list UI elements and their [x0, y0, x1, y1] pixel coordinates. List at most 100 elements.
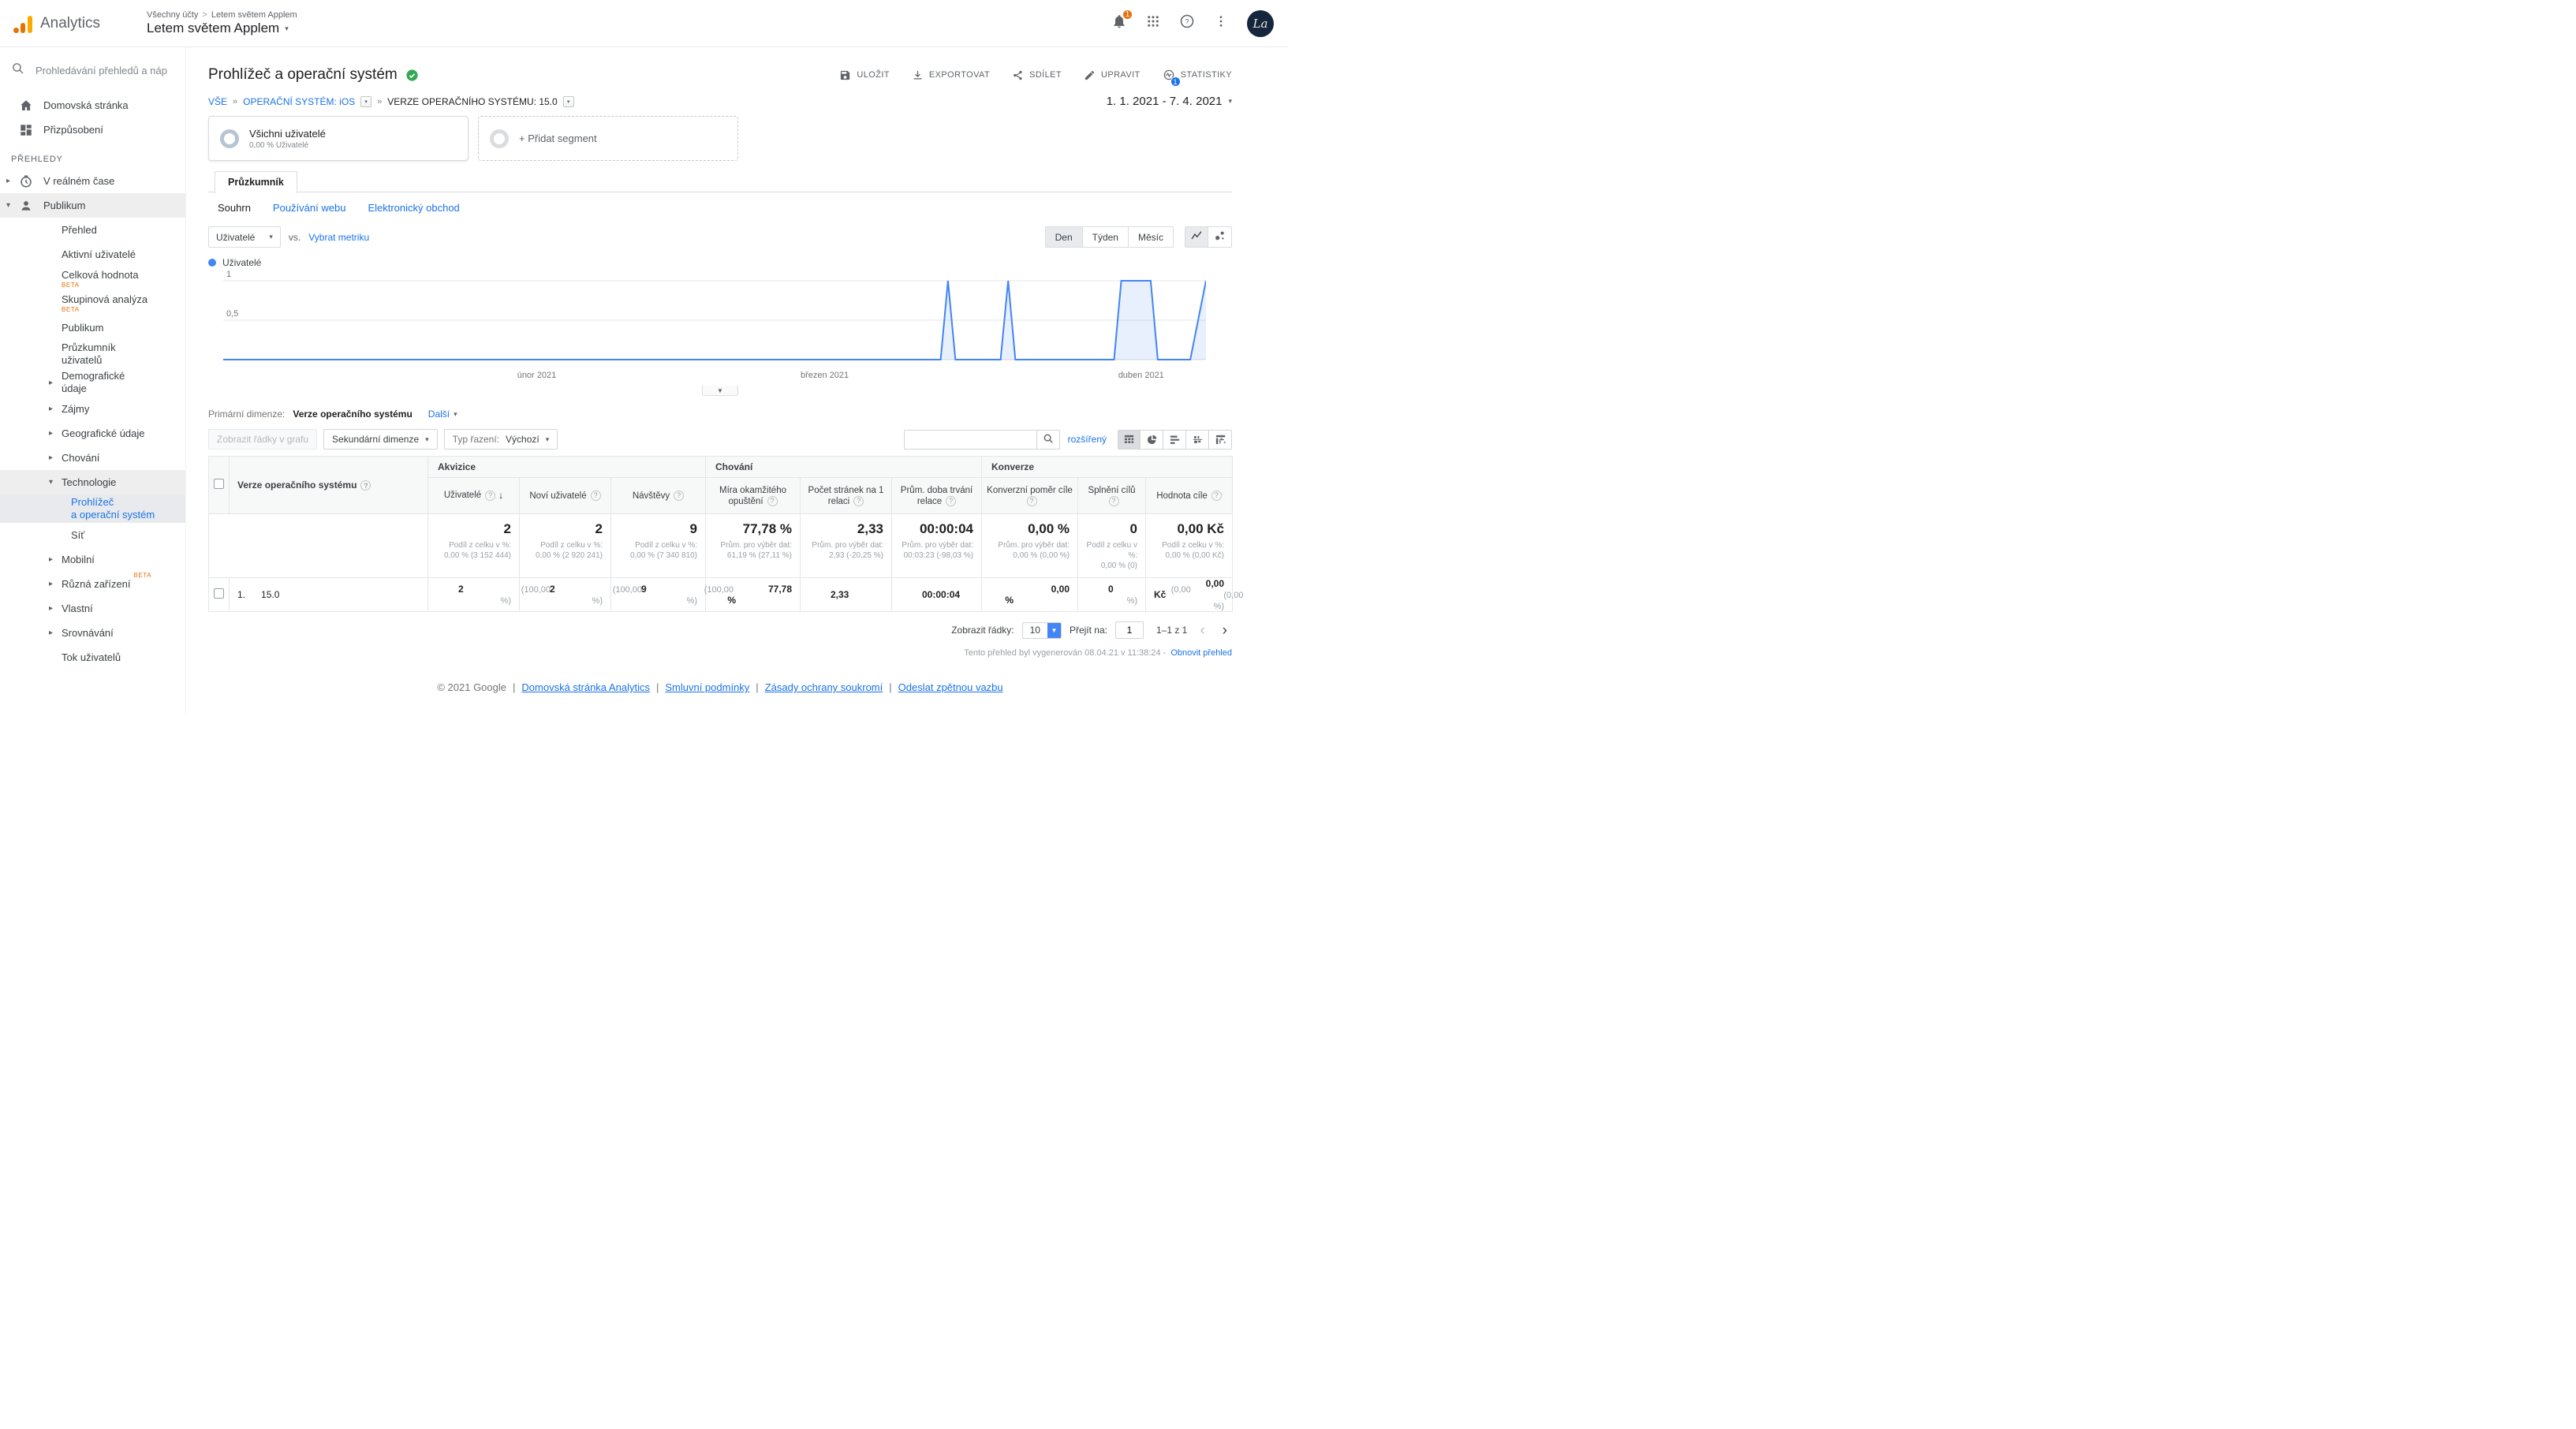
subtab-pouzivani-webu[interactable]: Používání webu: [273, 202, 346, 214]
table-view-button[interactable]: [1118, 430, 1141, 450]
help-icon[interactable]: ?: [674, 491, 684, 501]
help-icon[interactable]: ?: [1211, 491, 1222, 501]
column-header-pocet-stranek-na-1-relaci[interactable]: Počet stránek na 1 relaci?: [801, 478, 892, 514]
sidebar-item-audience[interactable]: ▾Publikum: [0, 193, 185, 218]
sidebar-item-browser-os[interactable]: Prohlížeč a operační systém: [0, 494, 185, 523]
sidebar-item-overview[interactable]: Přehled: [0, 218, 185, 242]
performance-view-button[interactable]: [1163, 430, 1186, 450]
help-icon[interactable]: ?: [853, 496, 864, 506]
footer-link[interactable]: Zásady ochrany soukromí: [765, 681, 883, 693]
column-header-splneni-cilu[interactable]: Splnění cílů?: [1078, 478, 1146, 514]
sidebar-item-behavior[interactable]: ▸Chování: [0, 446, 185, 470]
sidebar-item-geo[interactable]: ▸Geografické údaje: [0, 421, 185, 446]
sort-type-button[interactable]: Typ řazení:Výchozí▾: [444, 429, 558, 450]
select-all-checkbox[interactable]: [214, 479, 224, 489]
sidebar-search[interactable]: [0, 47, 185, 93]
footer-link[interactable]: Smluvní podmínky: [665, 681, 749, 693]
sidebar-item-benchmarking[interactable]: ▸Srovnávání: [0, 621, 185, 645]
action-share[interactable]: SDÍLET: [1012, 69, 1062, 81]
action-export[interactable]: EXPORTOVAT: [912, 69, 990, 81]
previous-page-button[interactable]: ‹: [1195, 623, 1209, 638]
pivot-view-button[interactable]: [1209, 430, 1232, 450]
filter-os[interactable]: OPERAČNÍ SYSTÉM: iOS: [243, 96, 355, 107]
sidebar-item-realtime[interactable]: ▸V reálném čase: [0, 169, 185, 193]
column-header-konverzni-pomer-cile[interactable]: Konverzní poměr cíle?: [982, 478, 1078, 514]
help-icon[interactable]: ?: [485, 491, 495, 501]
footer-link[interactable]: Odeslat zpětnou vazbu: [898, 681, 1003, 693]
select-metric-link[interactable]: Vybrat metriku: [308, 232, 369, 243]
granularity-tyden[interactable]: Týden: [1083, 226, 1129, 248]
rows-per-page-select[interactable]: 10 ▼: [1022, 622, 1062, 639]
apps-grid-button[interactable]: [1146, 14, 1160, 32]
sidebar-item-user-explorer[interactable]: Průzkumník uživatelů: [0, 340, 185, 368]
footer-link[interactable]: Domovská stránka Analytics: [521, 681, 650, 693]
help-icon[interactable]: ?: [767, 496, 778, 506]
breadcrumb-account[interactable]: Letem světem Applem: [211, 10, 297, 20]
dimension-column-header[interactable]: Verze operačního systému?: [230, 457, 428, 514]
table-search-button[interactable]: [1036, 430, 1060, 450]
sidebar-item-interests[interactable]: ▸Zájmy: [0, 397, 185, 421]
filter-all[interactable]: VŠE: [208, 96, 227, 107]
sidebar-item-demographics[interactable]: ▸Demografické údaje: [0, 368, 185, 397]
breadcrumb-all-accounts[interactable]: Všechny účty: [147, 10, 198, 20]
segment-all-users[interactable]: Všichni uživatelé 0,00 % Uživatelé: [208, 116, 469, 161]
avatar[interactable]: La: [1247, 10, 1274, 37]
comparison-view-button[interactable]: [1186, 430, 1209, 450]
granularity-mesic[interactable]: Měsíc: [1129, 226, 1174, 248]
annotations-toggle[interactable]: ▼: [702, 386, 738, 396]
next-page-button[interactable]: ›: [1218, 623, 1232, 638]
column-header-hodnota-cile[interactable]: Hodnota cíle?: [1146, 478, 1233, 514]
sidebar-item-customization[interactable]: Přizpůsobení: [0, 118, 185, 142]
goto-page-input[interactable]: [1115, 621, 1144, 639]
column-header-mira-okamziteho-opusteni[interactable]: Míra okamžitého opuštění?: [706, 478, 801, 514]
table-search-input[interactable]: [904, 430, 1036, 450]
percentage-view-button[interactable]: [1141, 430, 1163, 450]
sidebar-item-home[interactable]: Domovská stránka: [0, 93, 185, 118]
tab-explorer[interactable]: Průzkumník: [215, 171, 297, 193]
action-save[interactable]: ULOŽIT: [839, 69, 890, 81]
more-dimensions-link[interactable]: Další▾: [428, 409, 457, 420]
sidebar-item-technology[interactable]: ▾Technologie: [0, 470, 185, 494]
motion-chart-button[interactable]: [1208, 226, 1232, 248]
sidebar-item-active-users[interactable]: Aktivní uživatelé: [0, 242, 185, 267]
date-range-selector[interactable]: 1. 1. 2021 - 7. 4. 2021 ▾: [1107, 95, 1232, 108]
dimension-value[interactable]: 15.0: [261, 589, 279, 600]
filter-os-dropdown[interactable]: ▾: [360, 96, 371, 107]
column-header-navstevy[interactable]: Návštěvy?: [611, 478, 706, 514]
action-edit[interactable]: UPRAVIT: [1084, 69, 1141, 81]
account-switcher[interactable]: Letem světem Applem: [147, 21, 279, 36]
sidebar-item-network[interactable]: Síť: [0, 523, 185, 547]
sidebar-item-mobile[interactable]: ▸Mobilní: [0, 547, 185, 572]
row-checkbox[interactable]: [214, 588, 224, 599]
help-icon[interactable]: ?: [1109, 496, 1119, 506]
subtab-souhrn[interactable]: Souhrn: [218, 202, 251, 214]
sidebar-item-cohort-analysis[interactable]: Skupinová analýzaBETA: [0, 291, 185, 315]
sidebar-item-cross-device[interactable]: ▸Různá zařízeníBETA: [0, 572, 185, 596]
help-icon[interactable]: ?: [591, 491, 601, 501]
column-header-novi-uzivatele[interactable]: Noví uživatelé?: [520, 478, 611, 514]
subtab-elektronicky-obchod[interactable]: Elektronický obchod: [368, 202, 459, 214]
help-button[interactable]: ?: [1179, 13, 1195, 33]
sidebar-item-custom[interactable]: ▸Vlastní: [0, 596, 185, 621]
metric-selector[interactable]: Uživatelé ▾: [208, 226, 281, 248]
help-icon[interactable]: ?: [946, 496, 956, 506]
analytics-logo[interactable]: Analytics: [13, 14, 128, 33]
line-chart-button[interactable]: [1185, 226, 1208, 248]
add-segment-button[interactable]: + Přidat segment: [478, 116, 738, 161]
sidebar-item-lifetime-value[interactable]: Celková hodnotaBETA: [0, 267, 185, 291]
advanced-search-link[interactable]: rozšířený: [1068, 434, 1107, 445]
notifications-button[interactable]: 1: [1111, 13, 1127, 33]
granularity-den[interactable]: Den: [1045, 226, 1083, 248]
column-header-prum-doba-trvani-relace[interactable]: Prům. doba trvání relace?: [892, 478, 982, 514]
primary-dimension-selected[interactable]: Verze operačního systému: [293, 409, 412, 420]
filter-os-version-dropdown[interactable]: ▾: [563, 96, 574, 107]
search-input[interactable]: [35, 65, 176, 76]
more-options-button[interactable]: [1214, 14, 1228, 32]
sidebar-item-users-flow[interactable]: Tok uživatelů: [0, 645, 185, 670]
action-insights[interactable]: 1STATISTIKY: [1163, 69, 1232, 81]
help-icon[interactable]: ?: [360, 480, 371, 491]
column-header-uzivatele[interactable]: Uživatelé?↓: [428, 478, 520, 514]
help-icon[interactable]: ?: [1027, 496, 1037, 506]
secondary-dimension-button[interactable]: Sekundární dimenze▾: [323, 429, 438, 450]
sidebar-item-audiences[interactable]: Publikum: [0, 315, 185, 340]
